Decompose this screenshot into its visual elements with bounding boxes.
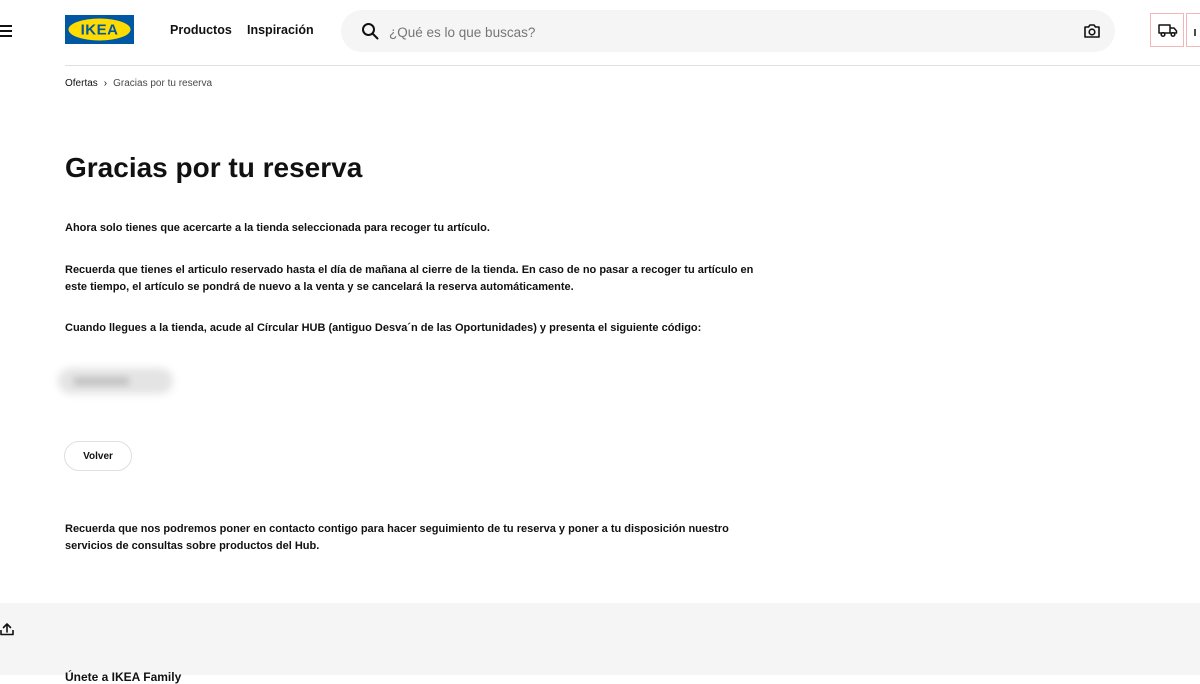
store-button[interactable]	[1186, 13, 1200, 47]
footer: Únete a IKEA Family	[0, 603, 1200, 684]
delivery-truck-button[interactable]	[1150, 13, 1184, 47]
contact-notice-paragraph: Recuerda que nos podremos poner en conta…	[65, 523, 729, 552]
volver-button[interactable]: Volver	[64, 441, 132, 471]
breadcrumb: Ofertas › Gracias por tu reserva	[65, 78, 212, 89]
delivery-truck-icon	[1158, 24, 1178, 38]
nav-productos[interactable]: Productos	[170, 23, 232, 37]
camera-icon[interactable]	[1083, 22, 1101, 40]
share-upload-icon[interactable]	[0, 622, 14, 636]
store-icon	[1194, 29, 1196, 36]
breadcrumb-current: Gracias por tu reserva	[113, 78, 213, 89]
breadcrumb-chevron-icon: ›	[103, 78, 108, 89]
search-icon[interactable]	[361, 22, 379, 40]
header-divider	[65, 65, 1200, 66]
breadcrumb-ofertas[interactable]: Ofertas	[65, 78, 98, 89]
store-instructions-paragraph: Cuando llegues a la tienda, acude al Cír…	[65, 322, 702, 334]
footer-family-heading: Únete a IKEA Family	[65, 670, 182, 684]
nav-inspiracion[interactable]: Inspiración	[247, 23, 314, 37]
search-input[interactable]	[387, 20, 1031, 44]
site-header: IKEA Productos Inspiración	[0, 0, 1200, 66]
reservation-notice-paragraph: Recuerda que tienes el articulo reservad…	[65, 264, 754, 293]
reservation-code-blurred: ●●●●●●●	[58, 368, 173, 394]
search-bar	[341, 10, 1115, 52]
ikea-logo[interactable]: IKEA	[65, 15, 134, 44]
page-title: Gracias por tu reserva	[65, 152, 363, 183]
hamburger-menu-icon[interactable]	[0, 24, 12, 38]
logo-text: IKEA	[81, 22, 119, 39]
instruction-paragraph: Ahora solo tienes que acercarte a la tie…	[65, 222, 490, 234]
